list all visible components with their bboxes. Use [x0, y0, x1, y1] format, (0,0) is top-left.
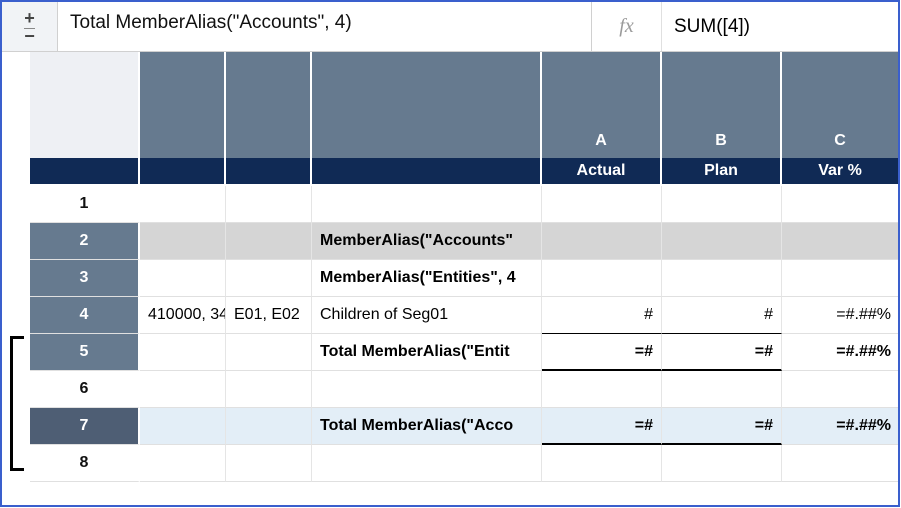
cell[interactable]	[542, 445, 662, 482]
cell[interactable]	[542, 260, 662, 297]
cell[interactable]	[140, 260, 226, 297]
col-header-varpct[interactable]: Var %	[782, 158, 900, 186]
col-letter-c[interactable]: C	[782, 52, 900, 158]
row-number[interactable]: 1	[30, 186, 140, 223]
dim-header-1[interactable]	[140, 52, 226, 158]
cell[interactable]	[140, 223, 226, 260]
cell[interactable]	[662, 371, 782, 408]
cell-total-entities[interactable]: Total MemberAlias("Entit	[312, 334, 542, 371]
table-row: 5 Total MemberAlias("Entit =# =# =#.##%	[2, 334, 900, 371]
row-number[interactable]: 3	[30, 260, 140, 297]
cell-member-alias-accounts[interactable]: MemberAlias("Accounts"	[312, 223, 542, 260]
cell-entities-list[interactable]: E01, E02	[226, 297, 312, 334]
cell[interactable]	[662, 445, 782, 482]
col-header-plan[interactable]: Plan	[662, 158, 782, 186]
table-row: 1	[2, 186, 900, 223]
cell-actual[interactable]: =#	[542, 334, 662, 371]
cell[interactable]	[782, 186, 900, 223]
cell-varpct[interactable]: =#.##%	[782, 297, 900, 334]
select-all-corner[interactable]	[30, 52, 140, 158]
row-number[interactable]: 4	[30, 297, 140, 334]
cell-member-alias-entities[interactable]: MemberAlias("Entities", 4	[312, 260, 542, 297]
cell-plan[interactable]: =#	[662, 334, 782, 371]
outline-toggle-button[interactable]: +−	[2, 2, 58, 51]
row-number[interactable]: 2	[30, 223, 140, 260]
column-label-row: Actual Plan Var %	[2, 158, 900, 186]
cell[interactable]	[782, 445, 900, 482]
fx-icon: fx	[619, 15, 633, 38]
formula-input[interactable]: SUM([4])	[662, 2, 898, 51]
formula-value: SUM([4])	[674, 16, 750, 38]
row-number[interactable]: 8	[30, 445, 140, 482]
cell[interactable]	[312, 371, 542, 408]
cell[interactable]	[226, 334, 312, 371]
cell[interactable]	[140, 408, 226, 445]
cell[interactable]	[782, 260, 900, 297]
table-row: 7 Total MemberAlias("Acco =# =# =#.##%	[2, 408, 900, 445]
cell[interactable]	[662, 186, 782, 223]
cell[interactable]	[542, 186, 662, 223]
cell[interactable]	[226, 445, 312, 482]
table-row: 2 MemberAlias("Accounts"	[2, 223, 900, 260]
cell[interactable]	[662, 260, 782, 297]
cell-plan[interactable]: #	[662, 297, 782, 334]
row-number[interactable]: 5	[30, 334, 140, 371]
cell[interactable]	[312, 445, 542, 482]
cell[interactable]	[226, 371, 312, 408]
dim-header-2[interactable]	[226, 52, 312, 158]
cell-varpct[interactable]: =#.##%	[782, 334, 900, 371]
cell[interactable]	[542, 223, 662, 260]
cell[interactable]	[226, 260, 312, 297]
cell[interactable]	[226, 186, 312, 223]
table-row: 4 410000, 34 E01, E02 Children of Seg01 …	[2, 297, 900, 334]
cell-varpct[interactable]: =#.##%	[782, 408, 900, 445]
name-box[interactable]: Total MemberAlias("Accounts", 4)	[58, 2, 592, 51]
col-header-actual[interactable]: Actual	[542, 158, 662, 186]
plus-minus-icon: +−	[24, 11, 35, 41]
row-number[interactable]: 6	[30, 371, 140, 408]
cell[interactable]	[542, 371, 662, 408]
table-row: 3 MemberAlias("Entities", 4	[2, 260, 900, 297]
cell[interactable]	[140, 186, 226, 223]
row-number[interactable]: 7	[30, 408, 140, 445]
dim-slot-3[interactable]	[312, 158, 542, 186]
formula-bar: +− Total MemberAlias("Accounts", 4) fx S…	[2, 2, 898, 52]
table-row: 8	[2, 445, 900, 482]
cell[interactable]	[140, 445, 226, 482]
dim-slot-2[interactable]	[226, 158, 312, 186]
cell[interactable]	[782, 223, 900, 260]
rownum-header[interactable]	[30, 158, 140, 186]
cell[interactable]	[226, 223, 312, 260]
cell-actual[interactable]: #	[542, 297, 662, 334]
dim-header-3[interactable]	[312, 52, 542, 158]
col-letter-b[interactable]: B	[662, 52, 782, 158]
cell[interactable]	[140, 334, 226, 371]
col-letter-a[interactable]: A	[542, 52, 662, 158]
dim-slot-1[interactable]	[140, 158, 226, 186]
name-box-value: Total MemberAlias("Accounts", 4)	[70, 12, 352, 34]
cell[interactable]	[140, 371, 226, 408]
cell[interactable]	[226, 408, 312, 445]
cell[interactable]	[312, 186, 542, 223]
cell-total-accounts[interactable]: Total MemberAlias("Acco	[312, 408, 542, 445]
table-row: 6	[2, 371, 900, 408]
cell[interactable]	[662, 223, 782, 260]
cell-accounts-list[interactable]: 410000, 34	[140, 297, 226, 334]
cell[interactable]	[782, 371, 900, 408]
fx-button[interactable]: fx	[592, 2, 662, 51]
column-letter-row: A B C	[2, 52, 900, 158]
spreadsheet-grid[interactable]: A B C Actual Plan Var % 1	[2, 52, 900, 482]
cell-actual[interactable]: =#	[542, 408, 662, 445]
cell-plan[interactable]: =#	[662, 408, 782, 445]
cell-children-of-seg01[interactable]: Children of Seg01	[312, 297, 542, 334]
